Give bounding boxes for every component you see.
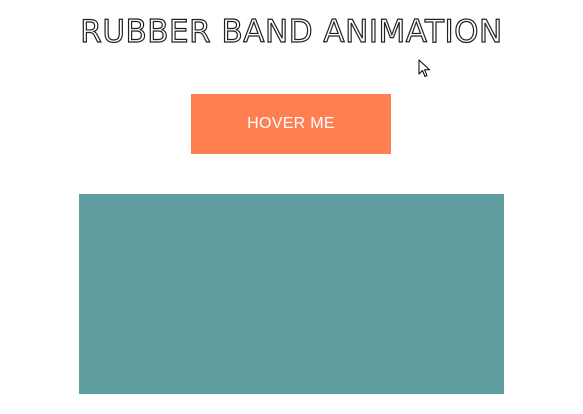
animation-demo-box[interactable] <box>79 194 504 394</box>
page-title: RUBBER BAND ANIMATION <box>80 13 503 50</box>
hover-me-button[interactable]: HOVER ME <box>191 94 391 154</box>
mouse-pointer-icon <box>418 59 430 77</box>
